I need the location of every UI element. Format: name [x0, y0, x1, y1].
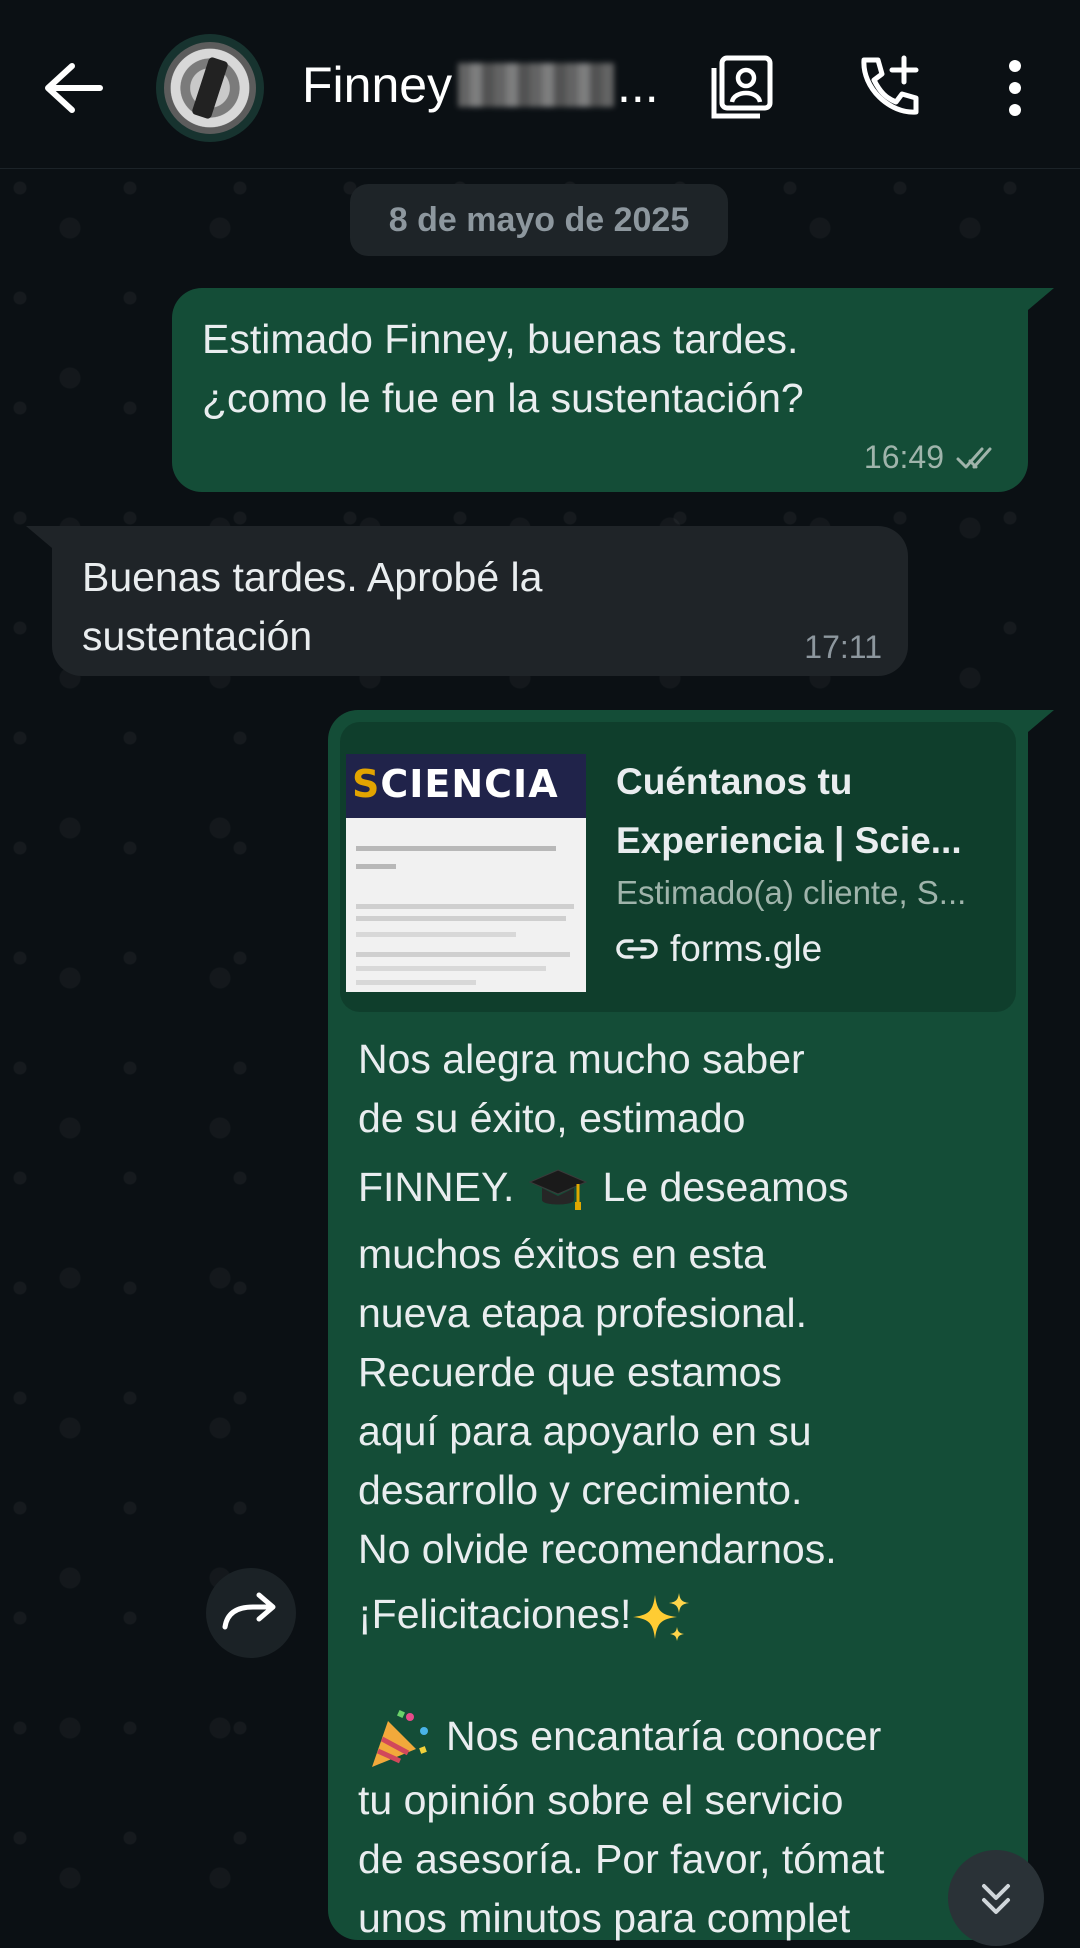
sparkles-emoji-icon [633, 1593, 690, 1642]
incoming-message[interactable]: Buenas tardes. Aprobé la sustentación 17… [52, 526, 908, 676]
message-line: Estimado Finney, buenas tardes. [202, 316, 799, 362]
message-line: No olvide recomendarnos. [358, 1526, 837, 1572]
bubble-tail [26, 526, 52, 548]
message-line: FINNEY. Le deseamos [358, 1158, 998, 1217]
message-line: unos minutos para complet [358, 1895, 851, 1942]
message-line: Recuerde que estamos [358, 1349, 782, 1395]
message-time: 16:49 [863, 439, 944, 475]
link-title-line: Cuéntanos tu [616, 761, 853, 802]
contact-card-icon[interactable] [708, 52, 778, 122]
message-line: Nos encantaría conocer [358, 1707, 998, 1771]
contact-avatar[interactable] [156, 34, 264, 142]
bubble-tail [1028, 710, 1054, 732]
forward-button[interactable] [206, 1568, 296, 1658]
message-fragment: FINNEY. [358, 1164, 515, 1210]
message-line: de su éxito, estimado [358, 1095, 746, 1141]
message-line: muchos éxitos en esta [358, 1231, 766, 1277]
message-line: sustentación [82, 613, 313, 659]
back-arrow-icon[interactable] [38, 58, 108, 118]
add-call-icon[interactable] [852, 52, 922, 122]
double-chevron-down-icon [982, 1884, 1010, 1914]
message-line: Buenas tardes. Aprobé la [82, 554, 543, 600]
link-domain: forms.gle [616, 928, 822, 970]
contact-name[interactable]: Finney [302, 56, 452, 114]
message-fragment: Le deseamos [602, 1164, 849, 1210]
message-line: Nos alegra mucho saber [358, 1036, 805, 1082]
message-line: ¡Felicitaciones! [358, 1585, 998, 1645]
message-body: Nos alegra mucho saber de su éxito, esti… [358, 1030, 998, 1948]
message-line: ¿como le fue en la sustentación? [202, 375, 804, 421]
date-chip: 8 de mayo de 2025 [350, 184, 728, 256]
link-icon [616, 939, 658, 959]
chat-header: Finney ... [0, 0, 1080, 169]
outgoing-message[interactable]: SCIENCIA Cuéntanos tu Experiencia | Scie… [328, 710, 1028, 1941]
link-preview[interactable]: SCIENCIA Cuéntanos tu Experiencia | Scie… [340, 722, 1016, 1012]
message-fragment: Nos encantaría conocer [446, 1713, 882, 1760]
message-time: 17:11 [804, 629, 882, 665]
link-title: Cuéntanos tu Experiencia | Scie... [616, 752, 1006, 870]
link-domain-text: forms.gle [670, 928, 823, 969]
message-line: desarrollo y crecimiento. [358, 1467, 803, 1513]
link-title-line: Experiencia | Scie... [616, 820, 962, 861]
thumbnail-logo: SCIENCIA [352, 762, 559, 806]
message-fragment: ¡Felicitaciones! [358, 1591, 632, 1637]
forward-arrow-icon [222, 1592, 276, 1630]
message-line: aquí para apoyarlo en su [358, 1408, 812, 1454]
bubble-tail [1028, 288, 1054, 310]
link-thumbnail: SCIENCIA [346, 754, 586, 992]
outgoing-message[interactable]: Estimado Finney, buenas tardes. ¿como le… [172, 288, 1028, 492]
more-options-icon[interactable] [1000, 52, 1030, 122]
message-line: nueva etapa profesional. [358, 1290, 808, 1336]
scroll-to-bottom-button[interactable] [948, 1850, 1044, 1946]
message-line: de asesoría. Por favor, tómat [358, 1836, 885, 1883]
message-line: tu opinión sobre el servicio [358, 1777, 844, 1824]
double-check-icon [956, 447, 992, 468]
party-popper-emoji-icon [372, 1710, 428, 1768]
graduation-cap-emoji-icon [529, 1169, 588, 1211]
redacted-name-blur [458, 63, 614, 107]
link-description: Estimado(a) cliente, S... [616, 874, 967, 911]
name-ellipsis: ... [617, 57, 659, 113]
